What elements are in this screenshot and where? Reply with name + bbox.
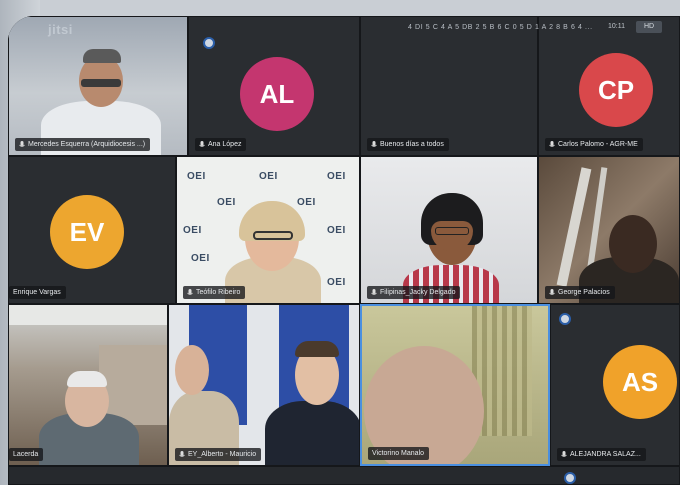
jitsi-logo: jitsi	[48, 22, 73, 37]
raise-hand-icon	[559, 313, 571, 325]
participant-name: Victorino Manalo	[368, 447, 430, 460]
participant-avatar: EV	[50, 195, 124, 269]
mic-icon	[371, 288, 377, 295]
participant-name: Filipinas_Jacky Delgado	[367, 286, 461, 299]
mic-icon	[199, 140, 205, 147]
participant-name: Ana López	[195, 138, 247, 151]
clock: 10:11	[608, 23, 625, 30]
participant-video	[361, 157, 537, 303]
participant-tile[interactable]: AS ALEJANDRA SALAZ...	[550, 304, 680, 466]
mic-icon	[561, 450, 567, 457]
participant-video	[169, 305, 359, 465]
raise-hand-icon	[564, 472, 576, 484]
participant-tile[interactable]: OEI OEI OEI OEI OEI OEI OEI OEI OEI Teóf…	[176, 156, 360, 304]
mic-icon	[187, 288, 193, 295]
participant-video	[362, 306, 548, 464]
meeting-id: 4 DI 5 C 4 A 5 DB 2 5 B 6 C 0 5 D 1 A 2 …	[408, 24, 593, 31]
participant-video	[9, 305, 167, 465]
mic-icon	[19, 140, 25, 147]
participant-tile[interactable]: Filipinas_Jacky Delgado	[360, 156, 538, 304]
participant-tile[interactable]: EV Enrique Vargas	[8, 156, 176, 304]
participant-name: Carlos Palomo - AGR-ME	[545, 138, 643, 151]
participant-tile-active-speaker[interactable]: Victorino Manalo	[360, 304, 550, 466]
conference-screen: jitsi 4 DI 5 C 4 A 5 DB 2 5 B 6 C 0 5 D …	[8, 16, 680, 485]
participant-tile[interactable]: EY_Alberto - Mauricio	[168, 304, 360, 466]
participant-name: Lacerda	[9, 448, 44, 461]
participant-avatar: AL	[240, 57, 314, 131]
participant-tile[interactable]: George Palacios	[538, 156, 680, 304]
next-row-tiles	[8, 466, 680, 485]
participant-avatar: AS	[603, 345, 677, 419]
participant-name: EY_Alberto - Mauricio	[175, 448, 262, 461]
participant-tile[interactable]: Lacerda	[8, 304, 168, 466]
mic-icon	[549, 140, 555, 147]
quality-badge[interactable]: HD	[636, 21, 662, 33]
participant-name: ALEJANDRA SALAZ...	[557, 448, 646, 461]
participant-name: Buenos días a todos	[367, 138, 449, 151]
participant-name: Teófilo Ribeiro	[183, 286, 246, 299]
participant-name: Enrique Vargas	[9, 286, 66, 299]
participant-name: Mercedes Esquerra (Arquidiocesis ...)	[15, 138, 151, 151]
mic-icon	[549, 288, 555, 295]
top-bar: jitsi 4 DI 5 C 4 A 5 DB 2 5 B 6 C 0 5 D …	[8, 16, 680, 42]
participant-video	[539, 157, 679, 303]
participant-avatar: CP	[579, 53, 653, 127]
mic-icon	[371, 140, 377, 147]
participant-video: OEI OEI OEI OEI OEI OEI OEI OEI OEI	[177, 157, 359, 303]
participant-name: George Palacios	[545, 286, 615, 299]
mic-icon	[179, 450, 185, 457]
